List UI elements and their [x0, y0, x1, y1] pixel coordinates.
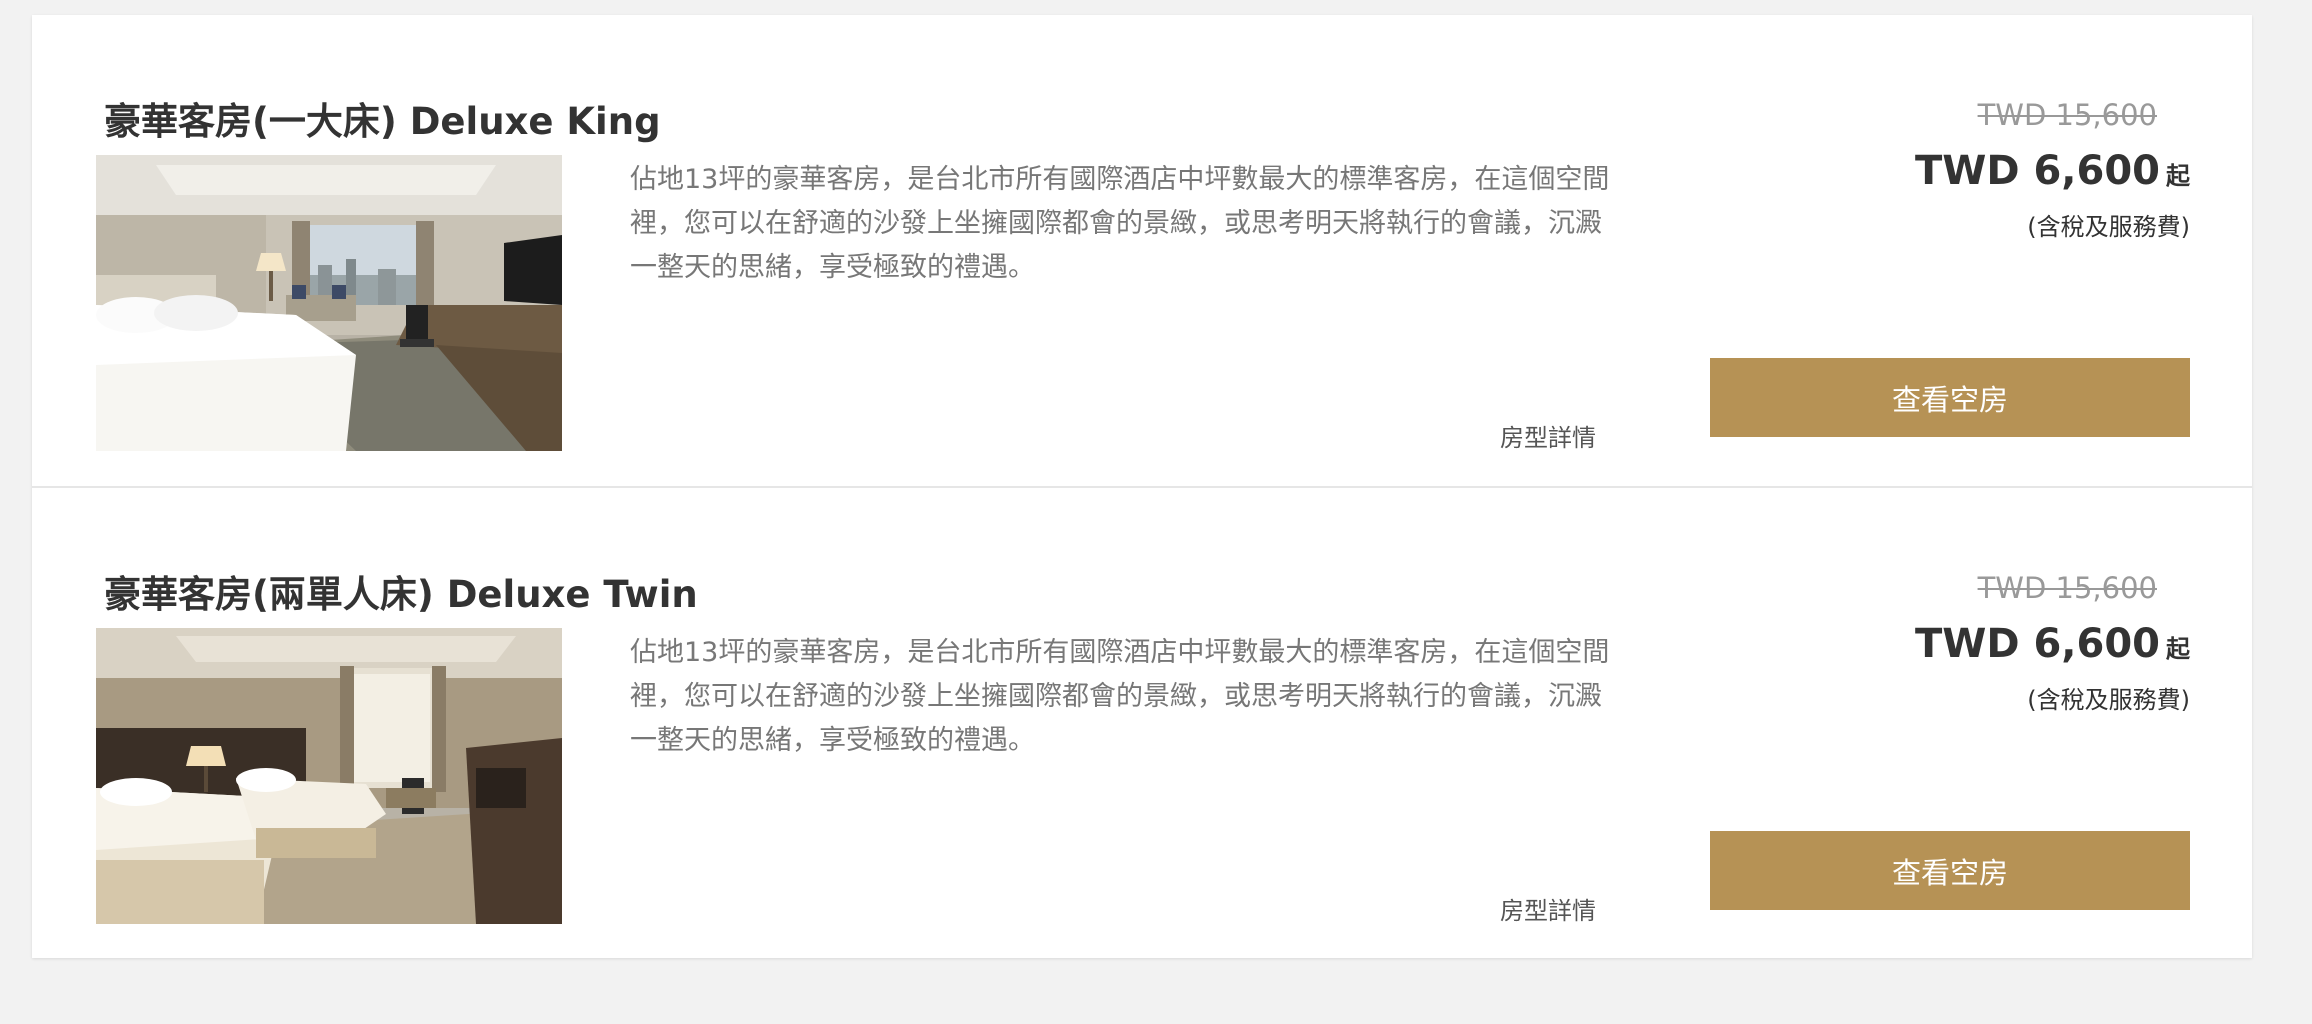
price-from-label: 起 [2166, 635, 2190, 663]
room-card-deluxe-king: 豪華客房(一大床) Deluxe King 佔地13坪的豪華客房，是台北市所有國… [32, 15, 2252, 486]
hotel-room-image [96, 155, 562, 451]
current-price: TWD 6,600 起 [1915, 620, 2190, 676]
price-block: TWD 15,600 TWD 6,600 起 (含稅及服務費) [1915, 97, 2190, 243]
price-block: TWD 15,600 TWD 6,600 起 (含稅及服務費) [1915, 570, 2190, 716]
check-availability-button[interactable]: 查看空房 [1710, 358, 2190, 437]
price-amount: TWD 6,600 [1914, 148, 2160, 194]
current-price: TWD 6,600 起 [1915, 147, 2190, 203]
room-description: 佔地13坪的豪華客房，是台北市所有國際酒店中坪數最大的標準客房，在這個空間裡，您… [630, 637, 1610, 756]
room-photo-deluxe-king[interactable] [96, 155, 562, 451]
price-note: (含稅及服務費) [2027, 213, 2190, 241]
room-title: 豪華客房(兩單人床) Deluxe Twin [104, 573, 698, 616]
room-details-link[interactable]: 房型詳情 [1500, 418, 1596, 453]
original-price: TWD 15,600 [1977, 98, 2157, 132]
hotel-room-image [96, 628, 562, 924]
price-from-label: 起 [2166, 162, 2190, 190]
check-availability-button[interactable]: 查看空房 [1710, 831, 2190, 910]
room-list: 豪華客房(一大床) Deluxe King 佔地13坪的豪華客房，是台北市所有國… [32, 15, 2252, 958]
price-amount: TWD 6,600 [1914, 621, 2160, 667]
room-card-deluxe-twin: 豪華客房(兩單人床) Deluxe Twin 佔地13坪的豪華客房，是台北市所有… [32, 486, 2252, 958]
price-note: (含稅及服務費) [2027, 686, 2190, 714]
room-details-link[interactable]: 房型詳情 [1500, 891, 1596, 926]
room-photo-deluxe-twin[interactable] [96, 628, 562, 924]
room-description: 佔地13坪的豪華客房，是台北市所有國際酒店中坪數最大的標準客房，在這個空間裡，您… [630, 164, 1610, 283]
original-price: TWD 15,600 [1977, 571, 2157, 605]
room-title: 豪華客房(一大床) Deluxe King [104, 100, 661, 143]
